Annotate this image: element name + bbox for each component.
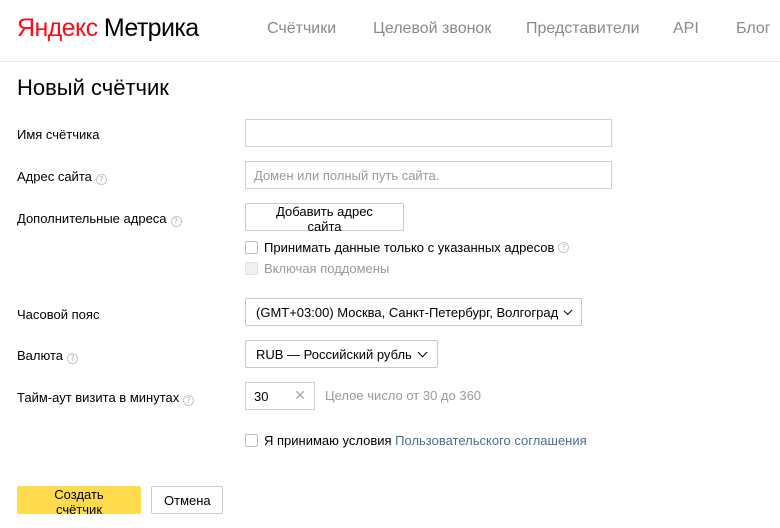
currency-select[interactable]: RUB — Российский рубль xyxy=(245,340,438,368)
user-agreement-link[interactable]: Пользовательского соглашения xyxy=(395,433,587,448)
agreement-checkbox[interactable] xyxy=(245,434,258,447)
timezone-select[interactable]: (GMT+03:00) Москва, Санкт-Петербург, Вол… xyxy=(245,298,582,326)
site-address-input[interactable] xyxy=(245,161,612,189)
top-header: Яндекс Метрика Счётчики Целевой звонок П… xyxy=(0,0,780,62)
timeout-input[interactable] xyxy=(246,383,292,409)
only-listed-label: Принимать данные только с указанных адре… xyxy=(264,240,555,255)
site-address-label: Адрес сайта? xyxy=(17,169,107,185)
chevron-down-icon xyxy=(563,305,573,315)
timezone-value: (GMT+03:00) Москва, Санкт-Петербург, Вол… xyxy=(256,304,559,320)
timeout-field: ✕ xyxy=(245,382,315,410)
extra-addresses-label: Дополнительные адреса? xyxy=(17,211,182,227)
cancel-button[interactable]: Отмена xyxy=(151,486,223,514)
nav-counters[interactable]: Счётчики xyxy=(267,20,336,38)
nav-representatives[interactable]: Представители xyxy=(526,20,640,38)
nav-target-call[interactable]: Целевой звонок xyxy=(373,20,491,38)
only-listed-checkbox[interactable] xyxy=(245,241,258,254)
counter-name-label: Имя счётчика xyxy=(17,127,100,142)
create-counter-button[interactable]: Создать счётчик xyxy=(17,486,141,517)
add-site-button[interactable]: Добавить адрес сайта xyxy=(245,203,404,234)
timeout-label: Тайм-аут визита в минутах? xyxy=(17,390,195,406)
agreement-row: Я принимаю условия Пользовательского сог… xyxy=(245,433,587,448)
nav-api[interactable]: API xyxy=(673,20,699,38)
timeout-hint: Целое число от 30 до 360 xyxy=(325,388,482,403)
subdomains-label: Включая поддомены xyxy=(264,261,390,276)
page-title: Новый счётчик xyxy=(17,75,169,100)
timezone-label: Часовой пояс xyxy=(17,307,100,322)
agreement-text: Я принимаю условия xyxy=(264,433,392,448)
help-icon[interactable]: ? xyxy=(67,353,78,364)
chevron-down-icon xyxy=(417,347,428,357)
only-listed-row: Принимать данные только с указанных адре… xyxy=(245,240,570,255)
help-icon[interactable]: ? xyxy=(95,174,107,185)
clear-icon[interactable]: ✕ xyxy=(294,388,306,404)
help-icon[interactable]: ? xyxy=(170,216,182,227)
nav-blog[interactable]: Блог xyxy=(736,20,771,38)
logo-brand: Яндекс xyxy=(17,14,98,42)
currency-label: Валюта? xyxy=(17,348,78,364)
logo[interactable]: Яндекс Метрика xyxy=(17,14,199,43)
help-icon[interactable]: ? xyxy=(183,395,195,406)
logo-product: Метрика xyxy=(103,14,199,42)
help-icon[interactable]: ? xyxy=(558,242,570,253)
subdomains-row: Включая поддомены xyxy=(245,261,389,276)
subdomains-checkbox xyxy=(245,262,258,275)
currency-value: RUB — Российский рубль xyxy=(256,346,412,362)
counter-name-input[interactable] xyxy=(245,119,612,147)
